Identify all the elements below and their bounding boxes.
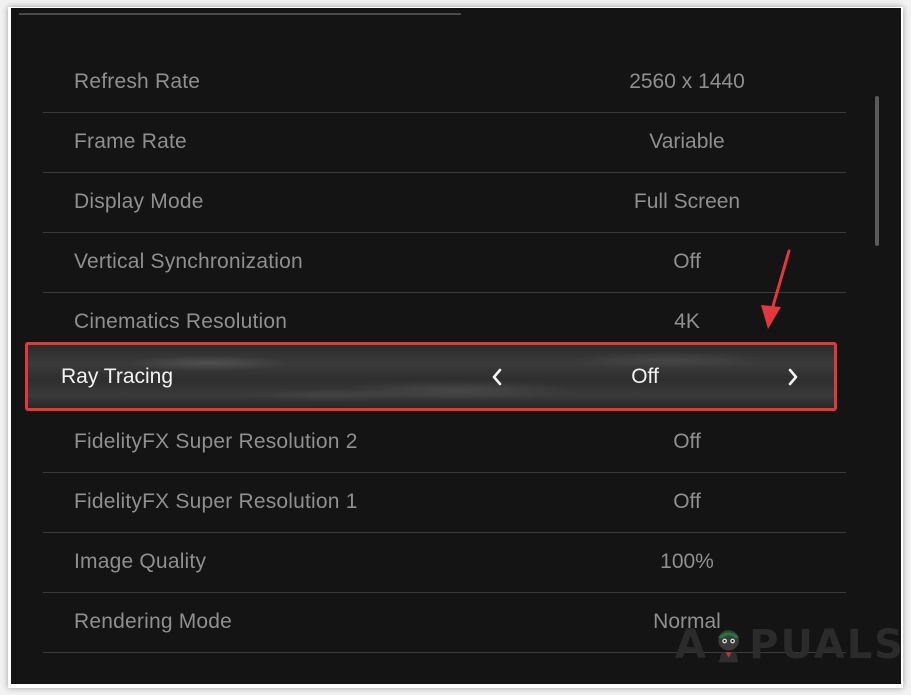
- chevron-left-icon[interactable]: [487, 364, 507, 390]
- setting-label: FidelityFX Super Resolution 1: [74, 490, 358, 513]
- red-arrow-icon: [761, 249, 791, 329]
- setting-row-ray-tracing[interactable]: Ray Tracing Off: [25, 342, 837, 411]
- setting-label: Rendering Mode: [74, 610, 233, 633]
- setting-value: Off: [673, 490, 701, 513]
- watermark-prefix: A: [675, 622, 708, 668]
- setting-label: FidelityFX Super Resolution 2: [74, 430, 358, 453]
- setting-row-fsr1[interactable]: FidelityFX Super Resolution 1 Off: [43, 472, 846, 533]
- setting-label: Frame Rate: [74, 130, 187, 153]
- setting-value: 100%: [660, 550, 714, 573]
- setting-row-image-quality[interactable]: Image Quality 100%: [43, 532, 846, 593]
- setting-value: 2560 x 1440: [629, 70, 745, 93]
- setting-value: Full Screen: [633, 190, 741, 213]
- mascot-logo-icon: [718, 629, 739, 663]
- setting-row-fsr2[interactable]: FidelityFX Super Resolution 2 Off: [43, 412, 846, 473]
- setting-row-vertical-sync[interactable]: Vertical Synchronization Off: [43, 232, 846, 293]
- setting-row-display-mode[interactable]: Display Mode Full Screen: [43, 172, 846, 233]
- top-divider: [19, 13, 461, 15]
- setting-value-selected: Off: [631, 364, 659, 388]
- setting-label: Display Mode: [74, 190, 204, 213]
- settings-screen: Refresh Rate 2560 x 1440 Frame Rate Vari…: [11, 8, 901, 684]
- setting-label: Vertical Synchronization: [74, 250, 303, 273]
- setting-label-selected: Ray Tracing: [61, 364, 174, 388]
- setting-label: Refresh Rate: [74, 70, 201, 93]
- setting-value: Variable: [649, 130, 725, 153]
- scrollbar[interactable]: [875, 96, 879, 246]
- setting-value: Off: [673, 430, 701, 453]
- setting-label: Image Quality: [74, 550, 207, 573]
- chevron-right-icon[interactable]: [783, 364, 803, 390]
- setting-row-refresh-rate[interactable]: Refresh Rate 2560 x 1440: [43, 52, 846, 113]
- appuals-watermark: A PUALS: [675, 615, 901, 675]
- setting-row-frame-rate[interactable]: Frame Rate Variable: [43, 112, 846, 173]
- watermark-suffix: PUALS: [749, 622, 901, 668]
- setting-label: Cinematics Resolution: [74, 310, 288, 333]
